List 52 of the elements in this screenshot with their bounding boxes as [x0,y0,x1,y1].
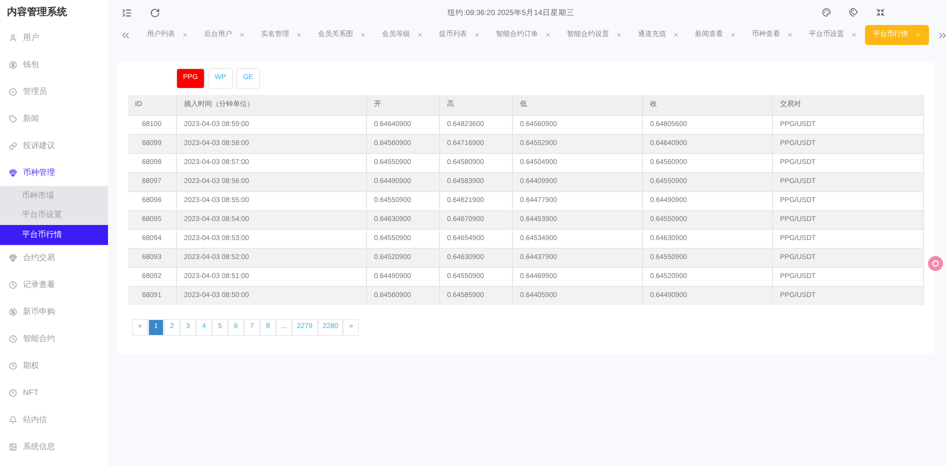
bell-icon [9,416,17,424]
coin-icon [9,308,17,316]
tag-icon[interactable] [849,8,858,17]
sidebar-item[interactable]: 用户 [0,24,108,51]
user-icon [9,34,17,42]
close-icon[interactable] [730,32,736,38]
sidebar-item[interactable]: 币种管理 [0,159,108,186]
sidebar-item[interactable]: 投诉建议 [0,132,108,159]
refresh-icon[interactable] [150,8,160,18]
coin-icon [9,60,17,68]
sidebar-item[interactable]: 合约交易 [0,244,108,272]
close-icon[interactable] [474,32,480,38]
app-title: 内容管理系统 [6,5,68,20]
sidebar-item[interactable]: 期权 [0,352,108,380]
sidebar-item[interactable]: 系统信息 [0,434,108,460]
submenu-item[interactable]: 平台币设置 [0,206,108,225]
scroll-left-icon[interactable] [120,30,131,40]
palette-icon[interactable] [822,8,831,17]
close-icon[interactable] [787,32,793,38]
floating-helper-icon[interactable] [928,256,943,271]
close-icon[interactable] [360,32,366,38]
close-icon[interactable] [296,32,302,38]
sidebar-item[interactable]: NFT [0,380,108,406]
scroll-right-icon[interactable] [937,30,947,40]
sidebar-item[interactable]: 记录查看 [0,272,108,298]
close-icon[interactable] [616,32,622,38]
gem-icon [9,254,17,262]
sidebar-item[interactable]: 智能合约 [0,326,108,352]
clock-icon [9,281,17,289]
submenu-item[interactable]: 币种市場 [0,186,108,206]
clock-icon [9,362,17,370]
close-icon[interactable] [851,32,857,38]
image-icon [9,443,17,451]
sidebar-item[interactable]: 站内信 [0,406,108,434]
close-icon[interactable] [417,32,423,38]
check-circle-icon [9,88,17,96]
fullscreen-icon[interactable] [876,8,885,17]
close-icon[interactable] [673,32,679,38]
clock-icon [9,335,17,343]
sidebar-item[interactable]: 新闻 [0,105,108,132]
menu-icon[interactable] [122,8,132,18]
link-icon [9,142,17,150]
clock-icon [9,389,17,397]
tag-icon [9,114,17,122]
close-icon[interactable] [239,32,245,38]
sidebar-item[interactable]: 新币申购 [0,298,108,326]
close-icon[interactable] [545,32,551,38]
close-icon[interactable] [182,32,188,38]
gem-icon [9,168,17,176]
submenu-item[interactable]: 平台币行情 [0,225,108,244]
sidebar-item[interactable]: 钱包 [0,51,108,78]
sidebar-item[interactable]: 管理员 [0,78,108,105]
